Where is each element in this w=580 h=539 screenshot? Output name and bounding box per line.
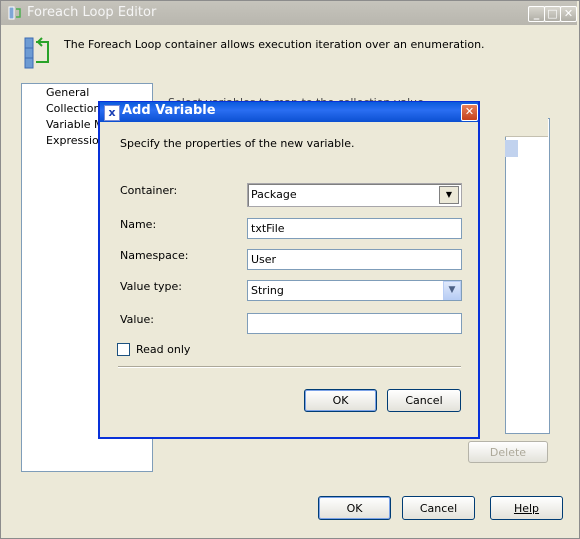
- maximize-button[interactable]: □: [544, 6, 561, 22]
- help-label: Help: [513, 502, 540, 515]
- grid-selected-row[interactable]: [505, 140, 518, 157]
- namespace-field[interactable]: User: [247, 249, 462, 270]
- close-icon: ✕: [563, 7, 574, 20]
- namespace-label: Namespace:: [120, 249, 189, 262]
- name-label: Name:: [120, 218, 157, 231]
- parent-title-bar[interactable]: Foreach Loop Editor _ □ ✕: [1, 1, 577, 25]
- maximize-icon: □: [547, 7, 558, 20]
- parent-cancel-button[interactable]: Cancel: [402, 496, 475, 520]
- value-type-label: Value type:: [120, 280, 182, 293]
- value-field[interactable]: [247, 313, 462, 334]
- parent-help-button[interactable]: Help: [490, 496, 563, 520]
- variable-mappings-grid[interactable]: [505, 118, 550, 434]
- nav-item-collection[interactable]: Collection: [46, 102, 100, 115]
- dialog-close-button[interactable]: ✕: [461, 104, 478, 121]
- container-dropdown-arrow-icon[interactable]: ▼: [439, 186, 459, 204]
- container-label: Container:: [120, 184, 178, 197]
- minimize-button[interactable]: _: [528, 6, 545, 22]
- value-type-dropdown[interactable]: String: [247, 280, 462, 301]
- ok-button[interactable]: OK: [304, 389, 377, 412]
- value-label: Value:: [120, 313, 154, 326]
- value-type-dropdown-arrow-icon[interactable]: ▼: [443, 281, 461, 300]
- parent-ok-button[interactable]: OK: [318, 496, 391, 520]
- foreach-loop-header-icon: [24, 37, 49, 69]
- close-icon: ✕: [464, 105, 475, 118]
- dialog-separator: [118, 366, 461, 368]
- variable-icon: x: [104, 105, 120, 121]
- dialog-description: Specify the properties of the new variab…: [120, 137, 355, 150]
- cancel-button[interactable]: Cancel: [387, 389, 461, 412]
- name-field[interactable]: txtFile: [247, 218, 462, 239]
- grid-header: [505, 118, 548, 137]
- loop-container-icon: [8, 6, 21, 20]
- nav-item-general[interactable]: General: [46, 86, 89, 99]
- minimize-icon: _: [533, 7, 540, 20]
- editor-description: The Foreach Loop container allows execut…: [64, 38, 485, 51]
- nav-item-expressions[interactable]: Expression: [46, 134, 106, 147]
- delete-button[interactable]: Delete: [468, 441, 548, 463]
- parent-window-title: Foreach Loop Editor: [27, 5, 157, 20]
- read-only-label[interactable]: Read only: [136, 343, 190, 356]
- container-dropdown[interactable]: Package: [247, 183, 462, 207]
- read-only-checkbox[interactable]: [117, 343, 130, 356]
- dialog-title: Add Variable: [122, 103, 216, 118]
- close-button[interactable]: ✕: [560, 6, 577, 22]
